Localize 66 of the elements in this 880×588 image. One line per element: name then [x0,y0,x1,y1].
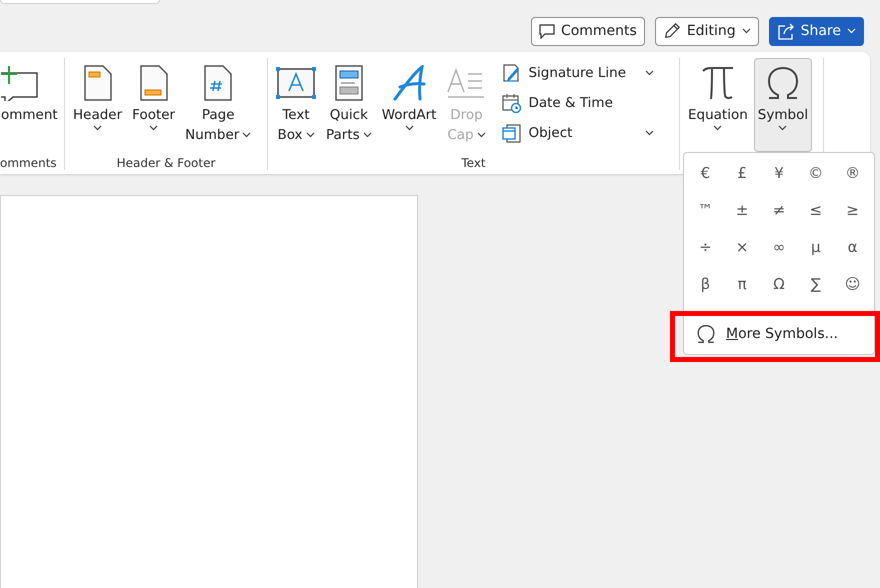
equation-button[interactable]: Equation [684,58,752,152]
caret-icon [778,125,788,131]
object-icon [502,123,522,143]
symbol-option[interactable]: ± [724,191,761,228]
date-time-button[interactable]: Date & Time [498,88,658,118]
symbol-option[interactable]: π [724,265,761,302]
quick-parts-button[interactable]: Quick Parts [322,58,376,152]
page-number-icon [203,65,234,101]
symbol-option[interactable]: β [687,265,724,302]
signature-line-button[interactable]: Signature Line [498,58,658,88]
group-label: omments [0,156,57,170]
caret-icon [306,132,315,138]
symbol-option[interactable]: ® [834,154,871,191]
symbol-option[interactable]: α [834,228,871,265]
symbol-button[interactable]: Symbol [754,58,812,152]
editing-button[interactable]: Editing [654,16,759,46]
page-number-button[interactable]: Page Number [181,58,256,152]
text-box-button[interactable]: Text Box [272,58,320,152]
caret-icon [742,28,751,34]
caret-icon [847,28,856,34]
wordart-button[interactable]: WordArt [378,58,440,152]
symbol-option[interactable]: ≤ [797,191,834,228]
symbol-option[interactable]: Ω [760,265,798,302]
wordart-icon [392,65,426,101]
caret-icon [242,132,252,138]
symbol-option[interactable]: ¥ [760,154,798,191]
comments-button[interactable]: Comments [530,16,645,46]
symbol-option[interactable]: ☺ [834,265,871,302]
calendar-clock-icon [502,93,522,113]
symbol-option[interactable]: ≠ [760,191,798,228]
header-icon [82,65,113,101]
more-symbols-item[interactable]: More Symbols... [684,314,874,352]
symbol-option[interactable]: × [724,228,761,265]
omega-icon [696,324,716,344]
footer-button[interactable]: Footer [128,58,180,152]
symbol-option[interactable]: µ [797,228,834,265]
group-label: Header & Footer [116,156,216,170]
caret-icon [149,125,158,131]
pi-icon [700,65,736,101]
caret-icon [645,70,654,76]
caret-icon [404,125,414,131]
comment-icon [538,24,555,38]
symbol-option[interactable]: € [687,154,724,191]
symbol-option[interactable]: ∑ [797,265,834,302]
header-button[interactable]: Header [69,58,126,152]
caret-icon [713,125,722,131]
symbol-option[interactable]: ∞ [760,228,798,265]
quick-parts-icon [334,65,364,101]
symbol-option[interactable]: ≥ [834,191,871,228]
group-label: Text [461,156,486,170]
footer-icon [138,65,169,101]
caret-icon [362,132,372,138]
share-button[interactable]: Share [768,16,864,46]
symbol-option[interactable]: © [797,154,834,191]
caret-icon [645,130,654,136]
share-icon [776,22,795,40]
caret-icon [476,132,486,138]
symbol-option[interactable]: ™ [687,191,724,228]
object-button[interactable]: Object [498,118,658,148]
symbol-option[interactable]: £ [724,154,761,191]
pencil-icon [662,22,681,40]
drop-cap-icon [446,66,486,100]
text-box-icon [276,66,316,100]
caret-icon [93,125,102,131]
symbol-option[interactable]: ÷ [687,228,724,265]
comment-button[interactable]: omment [0,58,59,152]
